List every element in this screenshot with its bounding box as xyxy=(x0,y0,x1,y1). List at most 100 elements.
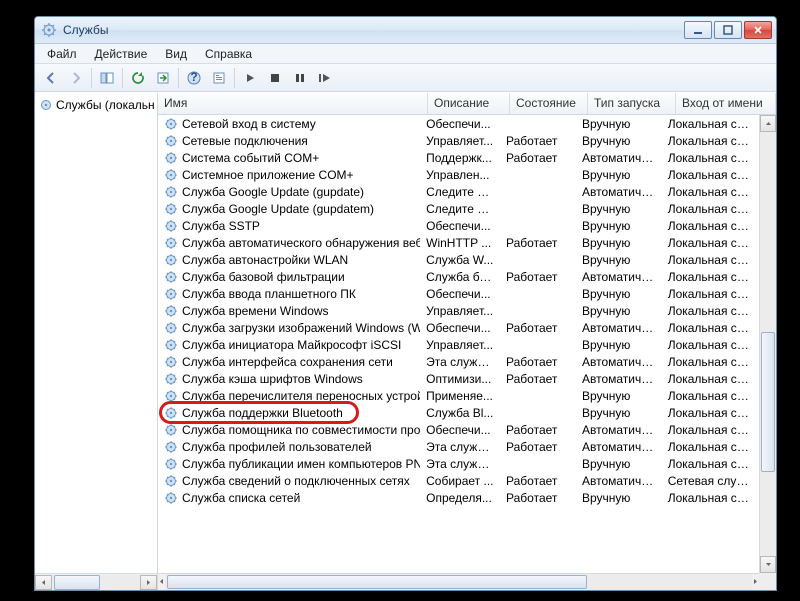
list-scroll-right-arrow[interactable] xyxy=(752,574,759,590)
column-header-description[interactable]: Описание xyxy=(428,93,510,114)
service-name: Служба интерфейса сохранения сети xyxy=(182,355,393,369)
column-headers: Имя Описание Состояние Тип запуска Вход … xyxy=(158,93,776,115)
service-row[interactable]: Служба Google Update (gupdate)Следите за… xyxy=(158,183,759,200)
help-button[interactable]: ? xyxy=(182,66,206,90)
maximize-button[interactable] xyxy=(714,21,742,39)
service-row[interactable]: Сетевые подключенияУправляет...РаботаетВ… xyxy=(158,132,759,149)
column-header-startup[interactable]: Тип запуска xyxy=(588,93,676,114)
column-header-state[interactable]: Состояние xyxy=(510,93,588,114)
service-row[interactable]: Служба времени WindowsУправляет...Вручну… xyxy=(158,302,759,319)
menu-help[interactable]: Справка xyxy=(197,45,260,63)
tree-root-services[interactable]: Службы (локальн xyxy=(37,97,155,113)
service-row[interactable]: Служба перечислителя переносных устройст… xyxy=(158,387,759,404)
service-row[interactable]: Служба профилей пользователейЭта служб..… xyxy=(158,438,759,455)
back-button[interactable] xyxy=(39,66,63,90)
menu-file[interactable]: Файл xyxy=(39,45,85,63)
properties-button[interactable] xyxy=(207,66,231,90)
service-row[interactable]: Системное приложение COM+Управлен...Вруч… xyxy=(158,166,759,183)
service-row[interactable]: Служба SSTPОбеспечи...ВручнуюЛокальная с… xyxy=(158,217,759,234)
list-horizontal-scrollbar[interactable] xyxy=(158,573,759,590)
menu-view[interactable]: Вид xyxy=(157,45,195,63)
service-startup: Вручную xyxy=(576,117,662,131)
export-button[interactable] xyxy=(151,66,175,90)
service-startup: Вручную xyxy=(576,168,662,182)
service-state: Работает xyxy=(500,491,576,505)
minimize-button[interactable] xyxy=(684,21,712,39)
tree-horizontal-scrollbar[interactable] xyxy=(35,573,157,590)
service-icon xyxy=(164,117,178,131)
service-row[interactable]: Служба помощника по совместимости програ… xyxy=(158,421,759,438)
service-logon: Локальная слу... xyxy=(662,219,759,233)
service-icon xyxy=(164,202,178,216)
service-icon xyxy=(164,338,178,352)
service-logon: Локальная сис... xyxy=(662,440,759,454)
service-row[interactable]: Служба автонастройки WLANСлужба W...Вруч… xyxy=(158,251,759,268)
scroll-thumb[interactable] xyxy=(54,575,100,590)
service-row[interactable]: Служба поддержки BluetoothСлужба Bl...Вр… xyxy=(158,404,759,421)
titlebar[interactable]: Службы xyxy=(35,17,776,44)
service-row[interactable]: Служба загрузки изображений Windows (WIA… xyxy=(158,319,759,336)
service-row[interactable]: Служба ввода планшетного ПКОбеспечи...Вр… xyxy=(158,285,759,302)
scroll-down-arrow[interactable] xyxy=(760,556,776,573)
vertical-scroll-thumb[interactable] xyxy=(761,332,775,472)
service-logon: Локальная сис... xyxy=(662,202,759,216)
start-service-button[interactable] xyxy=(238,66,262,90)
service-startup: Вручную xyxy=(576,236,662,250)
service-row[interactable]: Служба автоматического обнаружения веб-п… xyxy=(158,234,759,251)
service-logon: Локальная сис... xyxy=(662,134,759,148)
stop-service-button[interactable] xyxy=(263,66,287,90)
service-description: Служба ба... xyxy=(420,270,500,284)
vertical-scrollbar[interactable] xyxy=(759,115,776,573)
service-name: Сетевой вход в систему xyxy=(182,117,316,131)
service-startup: Автоматиче... xyxy=(576,372,662,386)
service-row[interactable]: Сетевой вход в систему Обеспечи... Вручную… xyxy=(158,115,759,132)
scroll-corner xyxy=(759,573,776,590)
service-icon xyxy=(164,423,178,437)
scroll-left-arrow[interactable] xyxy=(35,575,52,590)
service-logon: Локальная сис... xyxy=(662,287,759,301)
service-row[interactable]: Система событий COM+Поддержк...РаботаетА… xyxy=(158,149,759,166)
service-logon: Локальная слу... xyxy=(662,151,759,165)
restart-service-button[interactable] xyxy=(313,66,337,90)
service-startup: Автоматиче... xyxy=(576,151,662,165)
service-startup: Вручную xyxy=(576,338,662,352)
column-header-name[interactable]: Имя xyxy=(158,93,428,114)
window-title: Службы xyxy=(63,23,684,37)
service-state: Работает xyxy=(500,134,576,148)
service-logon: Локальная сис... xyxy=(662,355,759,369)
service-name: Сетевые подключения xyxy=(182,134,308,148)
service-icon xyxy=(164,457,178,471)
service-logon: Локальная слу... xyxy=(662,457,759,471)
column-header-logon[interactable]: Вход от имени xyxy=(676,93,776,114)
menu-action[interactable]: Действие xyxy=(87,45,156,63)
service-row[interactable]: Служба базовой фильтрацииСлужба ба...Раб… xyxy=(158,268,759,285)
service-row[interactable]: Служба инициатора Майкрософт iSCSIУправл… xyxy=(158,336,759,353)
service-logon: Локальная слу... xyxy=(662,406,759,420)
service-state: Работает xyxy=(500,236,576,250)
service-description: Определя... xyxy=(420,491,500,505)
scroll-right-arrow[interactable] xyxy=(140,575,157,590)
service-row[interactable]: Служба сведений о подключенных сетяхСоби… xyxy=(158,472,759,489)
scroll-up-arrow[interactable] xyxy=(760,115,776,132)
service-logon: Локальная слу... xyxy=(662,321,759,335)
service-description: Управляет... xyxy=(420,304,500,318)
service-row[interactable]: Служба кэша шрифтов WindowsОптимизи...Ра… xyxy=(158,370,759,387)
service-name: Служба Google Update (gupdatem) xyxy=(182,202,374,216)
service-row[interactable]: Служба списка сетейОпределя...РаботаетВр… xyxy=(158,489,759,506)
services-node-icon xyxy=(39,98,53,112)
close-button[interactable] xyxy=(744,21,772,39)
services-rows: Сетевой вход в систему Обеспечи... Вручную… xyxy=(158,115,759,573)
service-description: Обеспечи... xyxy=(420,117,500,131)
service-row[interactable]: Служба публикации имен компьютеров PNRPЭ… xyxy=(158,455,759,472)
service-logon: Локальная сис... xyxy=(662,185,759,199)
list-scroll-left-arrow[interactable] xyxy=(158,574,165,590)
forward-button[interactable] xyxy=(64,66,88,90)
refresh-button[interactable] xyxy=(126,66,150,90)
service-name: Служба сведений о подключенных сетях xyxy=(182,474,410,488)
list-scroll-thumb[interactable] xyxy=(167,575,587,589)
service-row[interactable]: Служба интерфейса сохранения сетиЭта слу… xyxy=(158,353,759,370)
service-logon: Локальная сис... xyxy=(662,253,759,267)
service-row[interactable]: Служба Google Update (gupdatem)Следите з… xyxy=(158,200,759,217)
show-hide-tree-button[interactable] xyxy=(95,66,119,90)
pause-service-button[interactable] xyxy=(288,66,312,90)
